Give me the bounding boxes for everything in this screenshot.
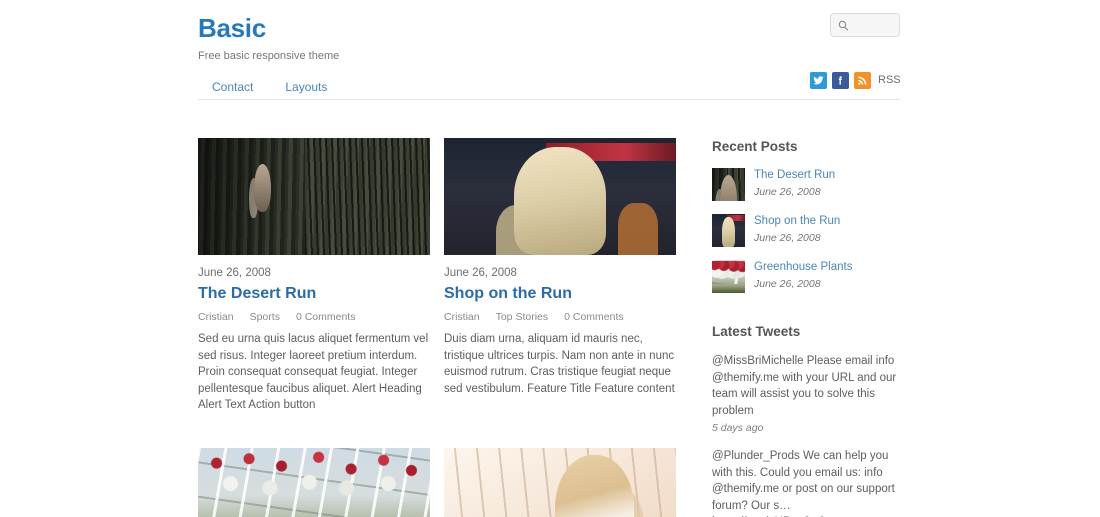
post-comments[interactable]: 0 Comments [296, 310, 356, 324]
nav-item-layouts[interactable]: Layouts [277, 77, 335, 97]
interior-image [444, 138, 676, 255]
tweet-text: @Plunder_Prods We can help you with this… [712, 450, 895, 517]
post-thumbnail[interactable] [444, 138, 676, 255]
widget-recent-posts: Recent Posts The Desert Run June 26, 200… [705, 138, 900, 293]
post-title[interactable]: The Desert Run [198, 284, 430, 304]
site-title: Basic [198, 13, 266, 43]
interior-image [712, 214, 745, 247]
recent-post-item: Shop on the Run June 26, 2008 [712, 214, 900, 247]
post-category[interactable]: Sports [250, 310, 280, 324]
main-navigation: Contact Layouts [204, 77, 335, 97]
post-excerpt: Sed eu urna quis lacus aliquet fermentum… [198, 333, 429, 411]
search-box[interactable] [830, 13, 900, 37]
post-meta: Cristian Sports 0 Comments [198, 310, 430, 324]
post-thumbnail[interactable] [444, 448, 676, 517]
tweet-item: @Plunder_Prods We can help you with this… [712, 448, 900, 517]
recent-post-text: Shop on the Run June 26, 2008 [754, 214, 840, 247]
recent-post-thumbnail[interactable] [712, 214, 745, 247]
post-grid: June 26, 2008 The Desert Run Cristian Sp… [198, 138, 676, 517]
recent-post-date: June 26, 2008 [754, 278, 821, 290]
post-item: June 26, 2008 The Desert Run Cristian Sp… [198, 138, 430, 424]
social-links: RSS [810, 72, 901, 89]
greenhouse-image [198, 448, 430, 517]
post-meta: Cristian Top Stories 0 Comments [444, 310, 676, 324]
twitter-icon[interactable] [810, 72, 827, 89]
widget-latest-tweets: Latest Tweets @MissBriMichelle Please em… [705, 323, 900, 517]
header-divider [198, 99, 900, 100]
post-item: June 26, 2008 Shop on the Run Cristian T… [444, 138, 676, 424]
recent-post-thumbnail[interactable] [712, 260, 745, 293]
post-thumbnail[interactable] [198, 138, 430, 255]
post-comments[interactable]: 0 Comments [564, 310, 624, 324]
recent-post-title[interactable]: Greenhouse Plants [754, 260, 852, 275]
post-date: June 26, 2008 [198, 267, 271, 279]
rss-label[interactable]: RSS [878, 72, 901, 89]
site-description: Free basic responsive theme [198, 50, 340, 62]
site-header: Basic Free basic responsive theme Contac… [198, 0, 901, 100]
forest-image [198, 138, 430, 255]
recent-post-thumbnail[interactable] [712, 168, 745, 201]
post-title[interactable]: Shop on the Run [444, 284, 676, 304]
tweet-item: @MissBriMichelle Please email info @them… [712, 353, 900, 436]
sidebar: Recent Posts The Desert Run June 26, 200… [705, 138, 900, 517]
recent-post-date: June 26, 2008 [754, 232, 821, 244]
recent-post-text: Greenhouse Plants June 26, 2008 [754, 260, 852, 293]
recent-post-item: Greenhouse Plants June 26, 2008 [712, 260, 900, 293]
search-input[interactable] [849, 19, 893, 31]
main-content: June 26, 2008 The Desert Run Cristian Sp… [198, 138, 900, 517]
recent-post-title[interactable]: The Desert Run [754, 168, 835, 183]
recent-post-text: The Desert Run June 26, 2008 [754, 168, 835, 201]
recent-post-title[interactable]: Shop on the Run [754, 214, 840, 229]
post-author[interactable]: Cristian [444, 310, 480, 324]
tweet-timestamp: 5 days ago [712, 422, 764, 434]
post-excerpt: Duis diam urna, aliquam id mauris nec, t… [444, 333, 675, 395]
greenhouse-image [712, 260, 745, 293]
post-date: June 26, 2008 [444, 267, 517, 279]
post-item [444, 448, 676, 517]
recent-post-date: June 26, 2008 [754, 186, 821, 198]
winter-image [444, 448, 676, 517]
forest-image [712, 168, 745, 201]
post-thumbnail[interactable] [198, 448, 430, 517]
facebook-icon[interactable] [832, 72, 849, 89]
widget-title: Latest Tweets [712, 324, 801, 339]
search-icon [838, 20, 849, 31]
post-item [198, 448, 430, 517]
tweet-text: @MissBriMichelle Please email info @them… [712, 355, 897, 417]
page-root: Basic Free basic responsive theme Contac… [0, 0, 1100, 517]
widget-title: Recent Posts [712, 139, 798, 154]
recent-post-item: The Desert Run June 26, 2008 [712, 168, 900, 201]
rss-icon[interactable] [854, 72, 871, 89]
post-category[interactable]: Top Stories [496, 310, 549, 324]
post-author[interactable]: Cristian [198, 310, 234, 324]
header-wrapper: Basic Free basic responsive theme Contac… [198, 0, 901, 100]
nav-item-contact[interactable]: Contact [204, 77, 261, 97]
